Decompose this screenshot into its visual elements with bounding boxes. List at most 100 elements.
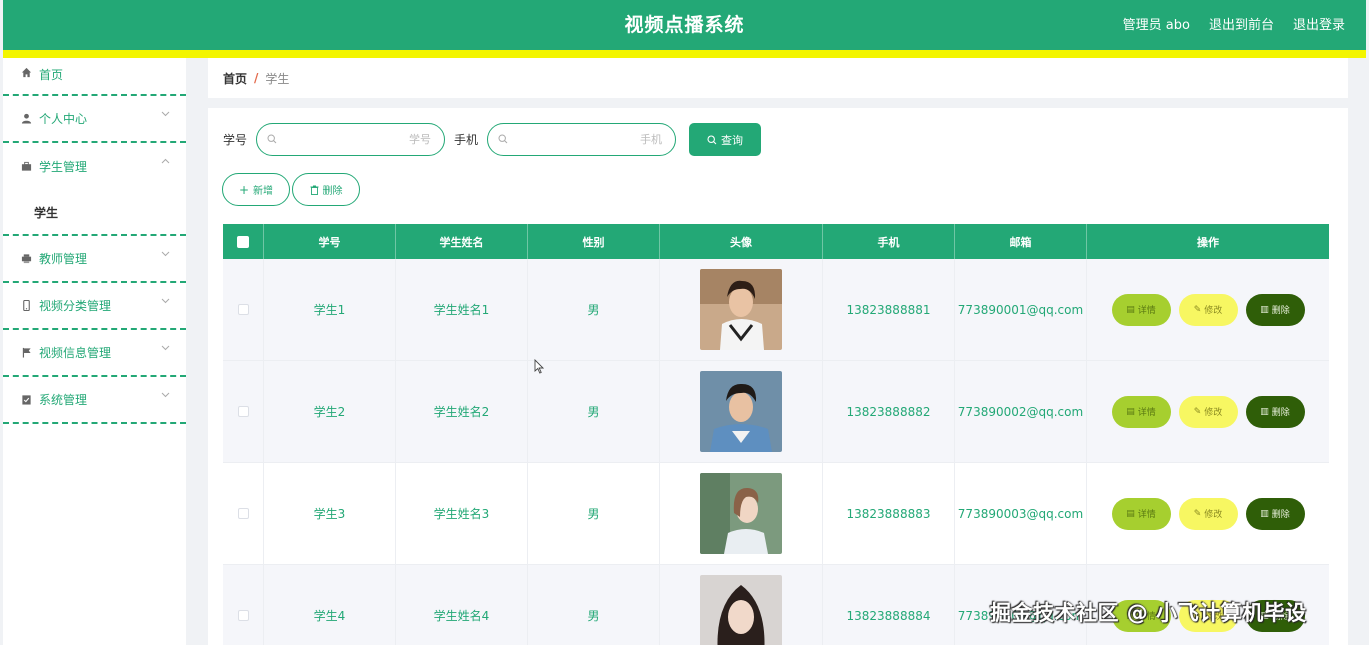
- student-id-cell: 学生2: [264, 361, 396, 462]
- edit-button[interactable]: ✎ 修改: [1178, 395, 1238, 428]
- email-cell: 773890003@qq.com: [955, 463, 1087, 564]
- detail-button-label: 详情: [1137, 510, 1156, 520]
- sidebar-item-student-management[interactable]: 学生管理: [3, 143, 186, 190]
- edit-button[interactable]: ✎ 修改: [1178, 293, 1238, 326]
- edit-button-label: 修改: [1204, 408, 1223, 418]
- search-icon: [498, 133, 508, 147]
- row-checkbox[interactable]: [237, 508, 249, 519]
- delete-button[interactable]: ▥ 删除: [1245, 395, 1305, 428]
- student-id-cell: 学生4: [264, 565, 396, 645]
- sidebar-item-label: 学生管理: [39, 160, 88, 174]
- table-header: 学号 学生姓名 性别 头像 手机 邮箱 操作: [223, 224, 1329, 259]
- sidebar-item-video-category[interactable]: 视频分类管理: [3, 283, 186, 330]
- student-name-cell: 学生姓名4: [396, 565, 528, 645]
- watermark: 掘金技术社区 @ 小飞计算机毕设: [990, 601, 1307, 625]
- exit-to-front-link[interactable]: 退出到前台: [1209, 14, 1274, 33]
- trash-icon: ▥: [1260, 508, 1269, 519]
- phone-cell: 13823888882: [823, 361, 955, 462]
- query-button[interactable]: 查询: [689, 123, 762, 156]
- sidebar-item-video-info[interactable]: 视频信息管理: [3, 330, 186, 377]
- student-id-cell: 学生3: [264, 463, 396, 564]
- sidebar-item-system-management[interactable]: 系统管理: [3, 377, 186, 424]
- student-name-cell: 学生姓名2: [396, 361, 528, 462]
- sidebar-item-label: 首页: [39, 68, 64, 82]
- delete-button-label: 删除: [1271, 306, 1290, 316]
- top-links: 管理员 abo 退出到前台 退出登录: [1123, 14, 1345, 33]
- sidebar-subitem-student[interactable]: 学生: [3, 190, 186, 236]
- query-button-label: 查询: [721, 133, 744, 147]
- delete-button-label: 删除: [1271, 408, 1290, 418]
- column-header: 操作: [1197, 235, 1219, 249]
- delete-button[interactable]: ▥ 删除: [1245, 497, 1305, 530]
- detail-button[interactable]: ▤ 详情: [1111, 497, 1171, 530]
- admin-label[interactable]: 管理员 abo: [1123, 14, 1190, 33]
- breadcrumb-separator: /: [254, 71, 259, 85]
- briefcase-icon: [20, 161, 32, 173]
- batch-delete-button[interactable]: 删除: [292, 173, 360, 206]
- plus-icon: +: [238, 182, 250, 197]
- mobile-icon: [20, 300, 32, 312]
- chevron-down-icon: [161, 250, 170, 260]
- edit-button[interactable]: ✎ 修改: [1178, 497, 1238, 530]
- row-checkbox[interactable]: [237, 610, 249, 621]
- search-bar: 学号 手机 查询: [223, 123, 762, 156]
- avatar[interactable]: [700, 371, 782, 452]
- column-header: 学号: [264, 224, 396, 259]
- sidebar-item-personal-center[interactable]: 个人中心: [3, 96, 186, 143]
- row-actions: ▤ 详情 ✎ 修改 ▥ 删除: [1111, 497, 1305, 530]
- chevron-down-icon: [161, 297, 170, 307]
- detail-button[interactable]: ▤ 详情: [1111, 293, 1171, 326]
- breadcrumb-home[interactable]: 首页: [223, 70, 247, 87]
- search-icon: [707, 134, 717, 145]
- row-checkbox[interactable]: [237, 304, 249, 315]
- clipboard-icon: [20, 394, 32, 406]
- add-button[interactable]: + 新增: [222, 173, 290, 206]
- chevron-up-icon: [161, 157, 170, 167]
- row-checkbox[interactable]: [237, 406, 249, 417]
- column-header: 头像: [660, 224, 823, 259]
- delete-button[interactable]: ▥ 删除: [1245, 293, 1305, 326]
- student-id-search-field[interactable]: [256, 123, 446, 156]
- edit-icon: ✎: [1193, 508, 1202, 519]
- students-table: 学号 学生姓名 性别 头像 手机 邮箱 操作 学生1 学生姓名1 男 13823…: [223, 224, 1329, 645]
- header-stripe: [3, 50, 1366, 58]
- sidebar-item-home[interactable]: 首页: [3, 58, 186, 96]
- breadcrumb: 首页 / 学生: [208, 58, 1348, 98]
- trash-icon: [310, 185, 319, 195]
- table-row: 学生1 学生姓名1 男 13823888881 773890001@qq.com: [223, 259, 1329, 361]
- column-header: 邮箱: [955, 224, 1087, 259]
- document-icon: ▤: [1126, 304, 1135, 315]
- mouse-cursor-icon: [534, 358, 545, 377]
- edit-icon: ✎: [1193, 406, 1202, 417]
- sidebar-item-label: 教师管理: [39, 252, 88, 266]
- phone-cell: 13823888883: [823, 463, 955, 564]
- search-icon: [267, 133, 277, 147]
- document-icon: ▤: [1126, 508, 1135, 519]
- chevron-down-icon: [161, 344, 170, 354]
- avatar[interactable]: [700, 473, 782, 554]
- sidebar-item-label: 视频信息管理: [39, 346, 112, 360]
- email-cell: 773890001@qq.com: [955, 259, 1087, 360]
- add-button-label: 新增: [253, 186, 274, 197]
- user-icon: [20, 113, 32, 125]
- column-header: 性别: [528, 224, 660, 259]
- student-id-cell: 学生1: [264, 259, 396, 360]
- student-name-cell: 学生姓名3: [396, 463, 528, 564]
- gender-cell: 男: [528, 463, 660, 564]
- phone-input[interactable]: [508, 133, 663, 146]
- select-all-checkbox[interactable]: [237, 235, 249, 248]
- detail-button[interactable]: ▤ 详情: [1111, 395, 1171, 428]
- logout-link[interactable]: 退出登录: [1293, 14, 1345, 33]
- column-header: 手机: [823, 224, 955, 259]
- main-panel: 学号 手机 查询 + 新增: [208, 108, 1348, 645]
- sidebar-item-teacher-management[interactable]: 教师管理: [3, 236, 186, 283]
- edit-button-label: 修改: [1204, 510, 1223, 520]
- email-cell: 773890002@qq.com: [955, 361, 1087, 462]
- document-icon: ▤: [1126, 406, 1135, 417]
- avatar[interactable]: [700, 269, 782, 350]
- avatar[interactable]: [700, 575, 782, 645]
- phone-search-field[interactable]: [487, 123, 677, 156]
- student-id-input[interactable]: [277, 133, 432, 146]
- student-id-label: 学号: [223, 133, 248, 147]
- printer-icon: [20, 253, 32, 265]
